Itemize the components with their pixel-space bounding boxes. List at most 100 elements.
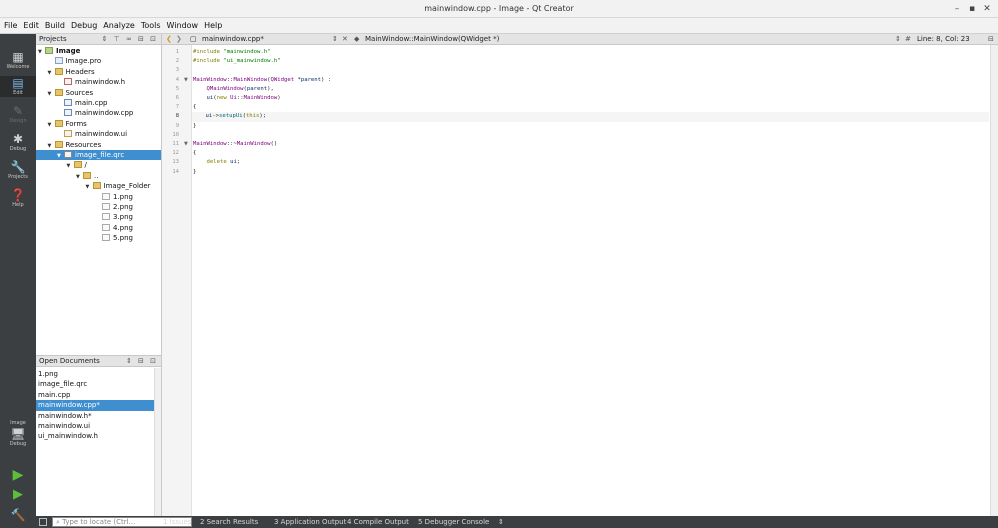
window-title: mainwindow.cpp - Image - Qt Creator: [424, 4, 574, 13]
tree-item[interactable]: 4.png: [36, 223, 161, 233]
open-document-item[interactable]: main.cpp: [36, 390, 154, 400]
document-icon: ▤: [12, 76, 24, 90]
forward-arrow-icon[interactable]: ❯: [176, 34, 182, 45]
tab-compile-output[interactable]: 4 Compile Output: [347, 516, 409, 528]
minimize-button[interactable]: –: [950, 0, 964, 18]
tree-item[interactable]: mainwindow.ui: [36, 129, 161, 139]
scrollbar[interactable]: [154, 368, 161, 516]
tree-item[interactable]: Image.pro: [36, 56, 161, 66]
open-document-item[interactable]: image_file.qrc: [36, 379, 154, 389]
tab-search-results[interactable]: 2 Search Results: [200, 516, 258, 528]
tab-issues[interactable]: 1 Issues: [163, 516, 191, 528]
toggle-sidebar-icon[interactable]: [39, 518, 47, 526]
back-arrow-icon[interactable]: ❮: [166, 34, 172, 45]
tree-item[interactable]: ▼ image_file.qrc: [36, 150, 161, 161]
projects-pane-header: Projects ⇕ ⊤ ∞ ⊟ ⊡: [36, 34, 161, 45]
tree-item-label: image_file.qrc: [75, 151, 125, 159]
open-documents-title: Open Documents: [39, 357, 100, 365]
mode-projects[interactable]: 🔧 Projects: [0, 160, 36, 181]
tree-item-label: mainwindow.h: [75, 78, 126, 87]
file-icon: [102, 213, 110, 221]
tree-item[interactable]: mainwindow.cpp: [36, 108, 161, 118]
output-pane-bar: ⌕ Type to locate (Ctrl... 1 Issues 2 Sea…: [36, 516, 998, 528]
open-document-item[interactable]: 1.png: [36, 369, 154, 379]
chevron-down-icon[interactable]: ⇕: [895, 34, 901, 45]
menu-bar: File Edit Build Debug Analyze Tools Wind…: [0, 18, 998, 34]
editor-scrollbar[interactable]: [990, 45, 998, 516]
folder-icon: [54, 140, 63, 148]
tree-item[interactable]: ▼ Image_Folder: [36, 181, 161, 191]
open-document-item[interactable]: ui_mainwindow.h: [36, 431, 154, 441]
bug-icon: ✱: [12, 132, 24, 146]
mode-edit[interactable]: ▤ Edit: [0, 76, 36, 97]
open-document-item[interactable]: mainwindow.cpp*: [36, 400, 154, 411]
tab-debugger-console[interactable]: 5 Debugger Console: [418, 516, 489, 528]
mode-design[interactable]: ✎ Design: [0, 104, 36, 125]
line-number: 11: [172, 141, 179, 147]
tree-item[interactable]: mainwindow.h: [36, 77, 161, 87]
code-line: ui->setupUi(this);: [192, 112, 989, 122]
cursor-position[interactable]: Line: 8, Col: 23: [917, 34, 970, 45]
tree-item[interactable]: ▼ Forms: [36, 119, 161, 129]
file-icon: [64, 109, 72, 117]
fold-marker-icon[interactable]: ▼: [184, 140, 190, 149]
tree-item[interactable]: 2.png: [36, 202, 161, 212]
code-line: QMainWindow(parent),: [206, 85, 274, 92]
menu-help[interactable]: Help: [204, 21, 222, 30]
menu-file[interactable]: File: [4, 21, 17, 30]
file-icon: [102, 203, 110, 210]
mode-debug[interactable]: ✱ Debug: [0, 132, 36, 153]
close-button[interactable]: ✕: [980, 0, 994, 18]
folder-icon: [73, 161, 82, 169]
tree-item[interactable]: 3.png: [36, 212, 161, 222]
tree-item[interactable]: 1.png: [36, 192, 161, 202]
tree-item-label: Headers: [65, 67, 95, 76]
close-icon[interactable]: ✕: [342, 34, 348, 45]
menu-analyze[interactable]: Analyze: [103, 21, 135, 30]
line-number: 13: [172, 159, 179, 166]
tree-item-label: Image_Folder: [103, 182, 151, 191]
pane-tool-icons[interactable]: ⇕ ⊤ ∞ ⊟ ⊡: [102, 34, 158, 45]
code-line: }: [193, 168, 197, 175]
file-icon: ▢: [190, 35, 197, 43]
build-button[interactable]: 🔨: [0, 508, 36, 522]
open-document-item[interactable]: mainwindow.ui: [36, 421, 154, 431]
play-icon: ▶: [12, 467, 24, 483]
line-number: 8: [175, 113, 179, 120]
menu-build[interactable]: Build: [45, 21, 65, 30]
menu-tools[interactable]: Tools: [141, 21, 161, 30]
symbol-selector[interactable]: MainWindow::MainWindow(QWidget *): [365, 34, 499, 45]
code-editor[interactable]: #include "mainwindow.h" #include "ui_main…: [192, 45, 990, 516]
run-button[interactable]: ▶: [0, 468, 36, 482]
pane-tool-icons[interactable]: ⇕ ⊟ ⊡: [126, 356, 158, 367]
tree-item[interactable]: ▼ Sources: [36, 88, 161, 98]
code-line: ui(new Ui::MainWindow): [206, 95, 281, 101]
tree-item[interactable]: main.cpp: [36, 98, 161, 108]
chevron-down-icon[interactable]: ⇕: [332, 34, 338, 45]
editor-file-tab[interactable]: mainwindow.cpp*: [202, 34, 264, 45]
kit-selector[interactable]: Image 🖥 Debug: [0, 420, 36, 448]
tree-item[interactable]: ▼ Resources: [36, 140, 161, 150]
fold-marker-icon[interactable]: ▼: [184, 76, 190, 85]
tree-item[interactable]: ▼ Image: [36, 46, 161, 56]
open-documents-header: Open Documents ⇕ ⊟ ⊡: [36, 356, 161, 367]
chevron-updown-icon[interactable]: ⇕: [498, 516, 504, 528]
line-number: 7: [175, 104, 179, 111]
mode-welcome[interactable]: ▦ Welcome: [0, 50, 36, 71]
tree-item-label: Image.pro: [65, 57, 102, 66]
menu-window[interactable]: Window: [167, 21, 199, 30]
tree-item[interactable]: ▼..: [36, 171, 161, 181]
tree-item[interactable]: ▼ /: [36, 160, 161, 170]
split-icon[interactable]: ⊟: [988, 34, 994, 45]
tab-application-output[interactable]: 3 Application Output: [274, 516, 346, 528]
menu-edit[interactable]: Edit: [23, 21, 39, 30]
debug-run-button[interactable]: ▶: [0, 488, 36, 502]
open-document-item[interactable]: mainwindow.h*: [36, 411, 154, 421]
tree-item[interactable]: ▼ Headers: [36, 67, 161, 77]
code-line: #include "ui_mainwindow.h": [193, 58, 281, 65]
menu-debug[interactable]: Debug: [71, 21, 97, 30]
mode-help[interactable]: ❓ Help: [0, 188, 36, 209]
maximize-button[interactable]: ▪: [965, 0, 979, 18]
tree-item-label: Sources: [65, 88, 94, 97]
tree-item[interactable]: 5.png: [36, 233, 161, 243]
